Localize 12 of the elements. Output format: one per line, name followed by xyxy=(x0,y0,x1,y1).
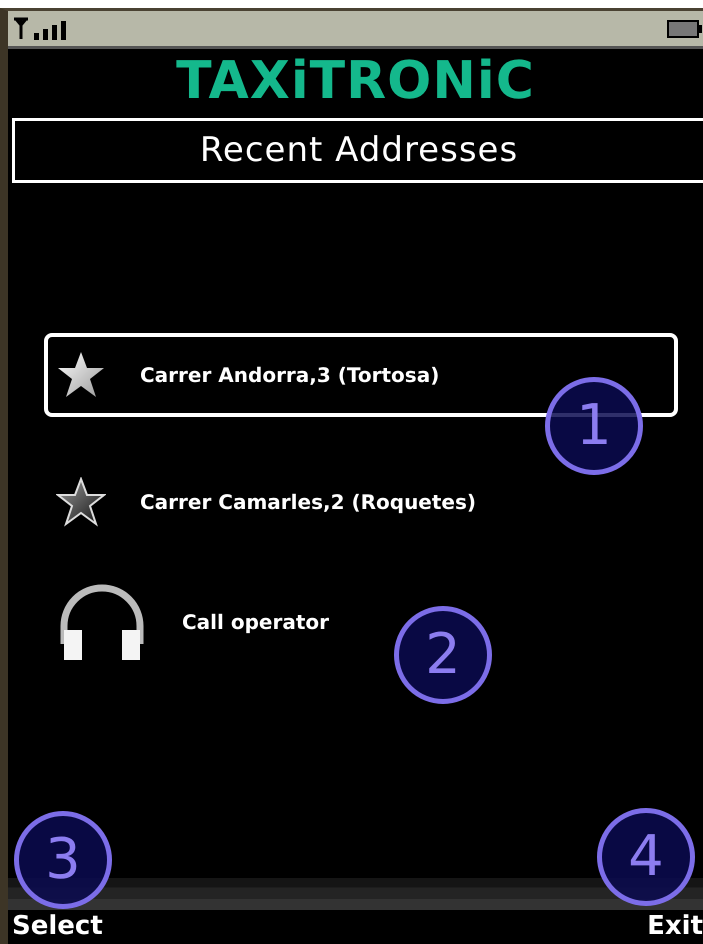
battery-icon xyxy=(667,18,703,38)
address-list-item[interactable]: Carrer Camarles,2 (Roquetes) xyxy=(44,467,488,538)
app-logo: TAXiTRONiC xyxy=(175,53,536,110)
callout-number: 2 xyxy=(394,606,492,704)
exit-softkey[interactable]: Exit xyxy=(647,910,703,944)
address-list-item[interactable]: Call operator xyxy=(44,587,341,658)
select-softkey[interactable]: Select xyxy=(12,910,103,944)
callout-number: 4 xyxy=(597,808,695,906)
callout-number: 1 xyxy=(545,377,643,475)
star-icon xyxy=(56,477,106,528)
screen-title: Recent Addresses xyxy=(12,118,703,184)
callout-number: 3 xyxy=(14,811,112,909)
